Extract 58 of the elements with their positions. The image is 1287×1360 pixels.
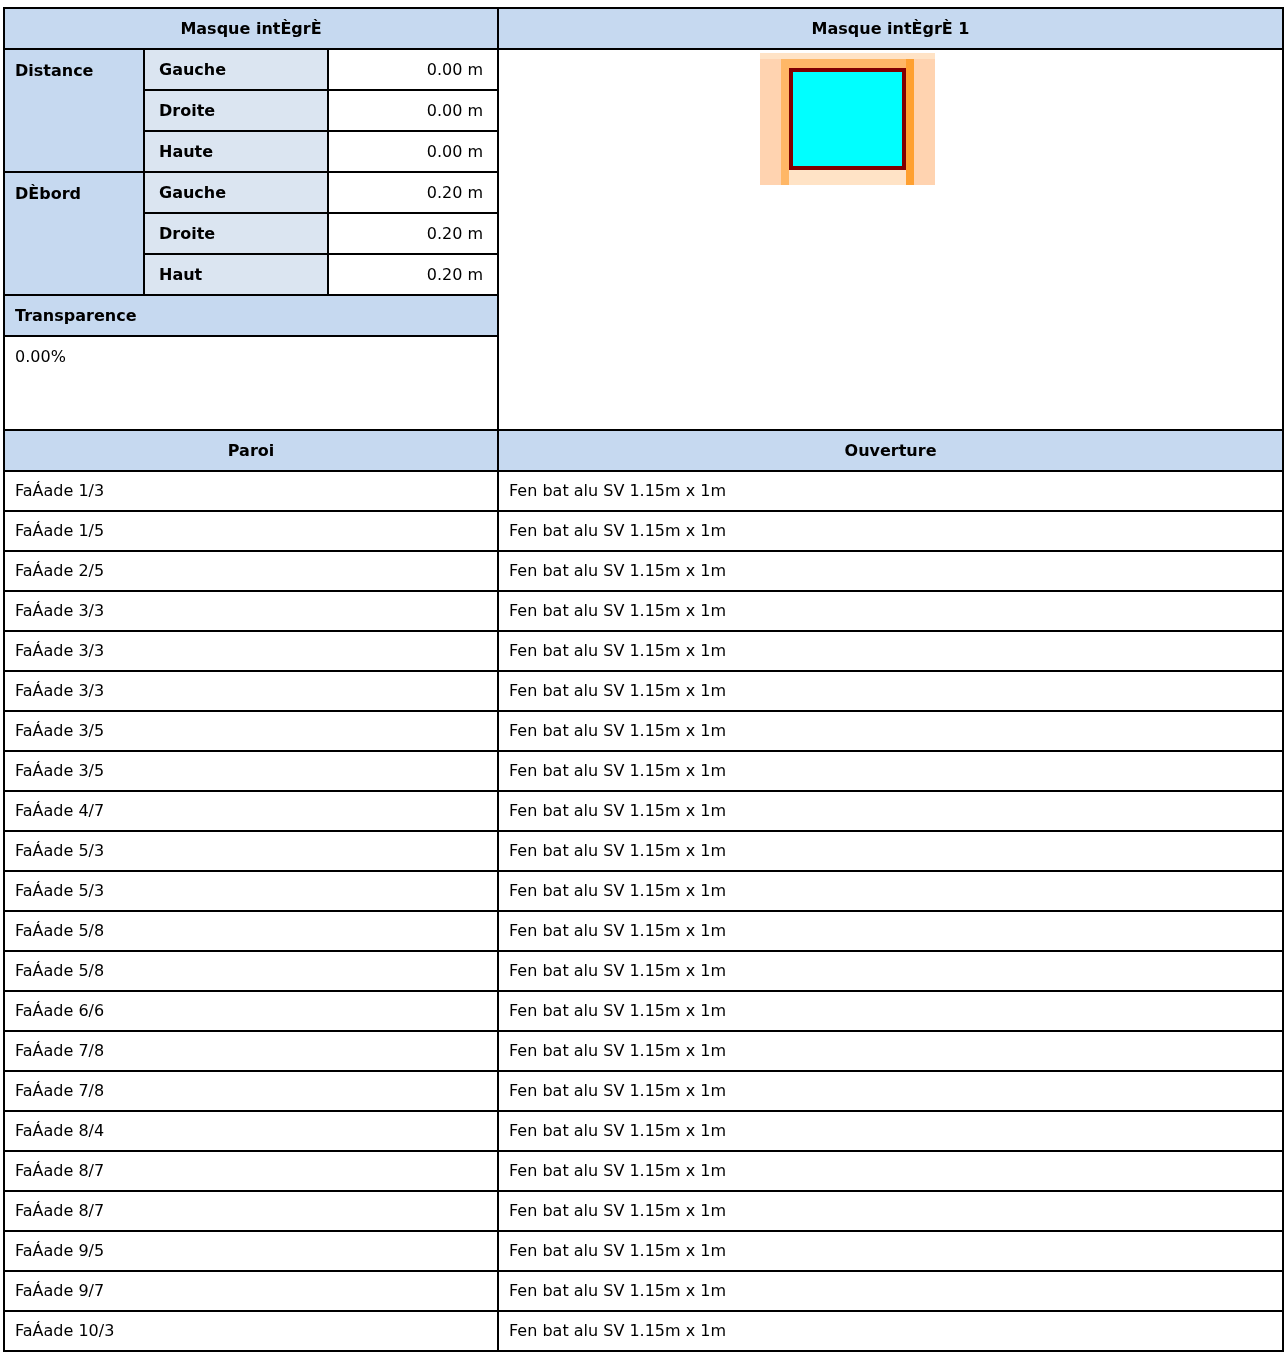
table-cell: Fen bat alu SV 1.15m x 1m [498,911,1283,951]
table-cell: Fen bat alu SV 1.15m x 1m [498,831,1283,871]
table-cell: FaÁade 3/3 [4,671,499,711]
table-cell: FaÁade 5/8 [4,911,499,951]
column-header: Ouverture [498,430,1283,471]
table-cell: Fen bat alu SV 1.15m x 1m [498,471,1283,511]
table-cell: Fen bat alu SV 1.15m x 1m [498,951,1283,991]
table-cell: FaÁade 7/8 [4,1071,499,1111]
table-cell: FaÁade 3/5 [4,711,499,751]
table-cell: FaÁade 6/6 [4,991,499,1031]
table-cell: FaÁade 8/7 [4,1151,499,1191]
table-cell: Fen bat alu SV 1.15m x 1m [498,871,1283,911]
table-cell: Fen bat alu SV 1.15m x 1m [498,631,1283,671]
field-label: Haut [144,254,328,295]
table-cell: Fen bat alu SV 1.15m x 1m [498,671,1283,711]
table-cell: FaÁade 9/7 [4,1271,499,1311]
table-cell: FaÁade 10/3 [4,1311,499,1351]
table-cell: Fen bat alu SV 1.15m x 1m [498,791,1283,831]
table-cell: Fen bat alu SV 1.15m x 1m [498,511,1283,551]
section-header: Masque intÈgrÈ 1 [498,8,1283,49]
table-cell: Fen bat alu SV 1.15m x 1m [498,1311,1283,1351]
field-value: 0.00 m [328,49,499,90]
table-cell: FaÁade 3/3 [4,631,499,671]
table-cell: Fen bat alu SV 1.15m x 1m [498,1151,1283,1191]
table-cell: Fen bat alu SV 1.15m x 1m [498,551,1283,591]
table-cell: FaÁade 5/8 [4,951,499,991]
field-label: Gauche [144,49,328,90]
group-label: DÈbord [4,172,144,295]
table-cell: FaÁade 8/4 [4,1111,499,1151]
table-cell: FaÁade 5/3 [4,871,499,911]
field-label: Haute [144,131,328,172]
section-header: Masque intÈgrÈ [4,8,499,49]
table-cell: Fen bat alu SV 1.15m x 1m [498,1031,1283,1071]
table-cell: Fen bat alu SV 1.15m x 1m [498,711,1283,751]
table-cell: Fen bat alu SV 1.15m x 1m [498,1271,1283,1311]
table-cell: Fen bat alu SV 1.15m x 1m [498,751,1283,791]
table-cell: FaÁade 9/5 [4,1231,499,1271]
table-cell: FaÁade 4/7 [4,791,499,831]
field-label: Transparence [4,295,499,336]
field-label: Droite [144,213,328,254]
field-label: Droite [144,90,328,131]
table-cell: FaÁade 8/7 [4,1191,499,1231]
table-cell: FaÁade 3/3 [4,591,499,631]
table-cell: FaÁade 5/3 [4,831,499,871]
column-header: Paroi [4,430,499,471]
table-cell: FaÁade 3/5 [4,751,499,791]
table-cell: FaÁade 2/5 [4,551,499,591]
table-cell: Fen bat alu SV 1.15m x 1m [498,991,1283,1031]
group-label: Distance [4,49,144,172]
table-cell: Fen bat alu SV 1.15m x 1m [498,1191,1283,1231]
table-cell: Fen bat alu SV 1.15m x 1m [498,1231,1283,1271]
table-cell: FaÁade 1/3 [4,471,499,511]
field-label: Gauche [144,172,328,213]
table-cell: FaÁade 1/5 [4,511,499,551]
table-cell: Fen bat alu SV 1.15m x 1m [498,1071,1283,1111]
table-cell: Fen bat alu SV 1.15m x 1m [498,591,1283,631]
table-cell: Fen bat alu SV 1.15m x 1m [498,1111,1283,1151]
table-cell: FaÁade 7/8 [4,1031,499,1071]
